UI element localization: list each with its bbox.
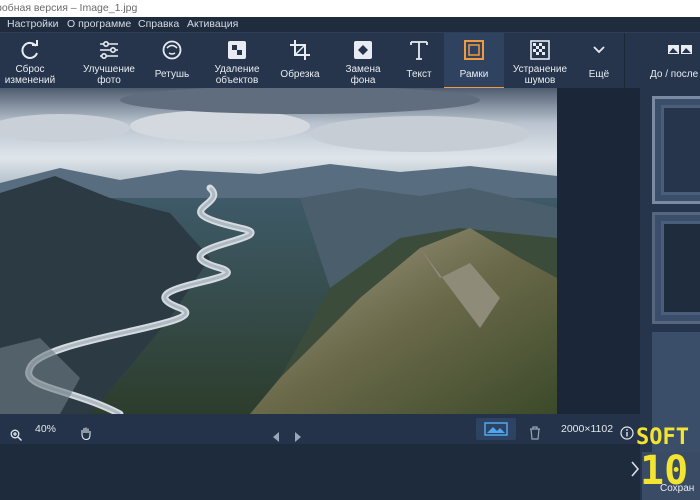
menu-activation[interactable]: Активация <box>187 17 238 32</box>
frame-icon <box>462 39 486 61</box>
replace-background-button[interactable]: Замена фона <box>336 33 390 89</box>
svg-text:SOFT: SOFT <box>636 425 689 450</box>
remove-objects-label: Удаление объектов <box>214 64 260 86</box>
title-bar: робная версия – Image_1.jpg <box>0 0 700 17</box>
denoise-icon <box>528 39 552 61</box>
menu-help[interactable]: Справка <box>138 17 179 32</box>
image-view-button[interactable] <box>476 418 516 440</box>
next-arrow-icon[interactable] <box>294 424 302 442</box>
more-button[interactable]: Ещё <box>580 33 618 89</box>
reset-changes-button[interactable]: Сброс изменений <box>0 33 60 89</box>
frame-thumbnail[interactable] <box>652 212 700 324</box>
menu-about[interactable]: О программе <box>67 17 131 32</box>
remove-objects-icon <box>225 39 249 61</box>
main-toolbar: Сброс изменений Улучшение фото Ретушь Уд… <box>0 32 700 89</box>
landscape-photo <box>0 88 557 414</box>
retouch-button[interactable]: Ретушь <box>148 33 196 89</box>
text-button[interactable]: Текст <box>398 33 440 89</box>
bottom-panel <box>0 444 640 500</box>
remove-objects-button[interactable]: Удаление объектов <box>208 33 266 89</box>
zoom-in-icon[interactable] <box>10 423 22 441</box>
before-after-icon <box>668 39 692 61</box>
retouch-face-icon <box>160 39 184 61</box>
frames-button[interactable]: Рамки <box>444 33 504 89</box>
chevron-down-icon <box>587 39 611 61</box>
frame-thumbnail[interactable] <box>652 96 700 204</box>
image-view-icon <box>484 422 508 436</box>
crop-button[interactable]: Обрезка <box>274 33 326 89</box>
canvas-margin <box>557 88 640 414</box>
text-label: Текст <box>406 69 432 80</box>
denoise-label: Устранение шумов <box>512 64 568 86</box>
reset-label: Сброс изменений <box>4 64 56 86</box>
frames-label: Рамки <box>459 69 489 80</box>
previous-arrow-icon[interactable] <box>272 424 280 442</box>
hand-tool-icon[interactable] <box>80 422 92 441</box>
more-label: Ещё <box>588 69 610 80</box>
retouch-label: Ретушь <box>154 69 190 80</box>
window-title: робная версия – Image_1.jpg <box>0 2 138 14</box>
zoom-level: 40% <box>35 423 57 435</box>
status-bar: 40% 2000×1102 <box>0 414 640 444</box>
before-after-label: До / после <box>650 69 699 80</box>
crop-icon <box>288 39 312 61</box>
background-label: Замена фона <box>345 64 381 86</box>
sliders-icon <box>97 39 121 61</box>
trash-icon[interactable] <box>529 422 541 440</box>
reset-icon <box>18 39 42 61</box>
image-dimensions: 2000×1102 <box>561 423 614 435</box>
photo-canvas[interactable] <box>0 88 557 414</box>
menu-bar: Настройки О программе Справка Активация <box>0 17 700 32</box>
toolbar-divider <box>624 33 625 89</box>
denoise-button[interactable]: Устранение шумов <box>508 33 572 89</box>
enhance-photo-button[interactable]: Улучшение фото <box>78 33 140 89</box>
background-icon <box>351 39 375 61</box>
crop-label: Обрезка <box>280 69 320 80</box>
menu-settings[interactable]: Настройки <box>7 17 59 32</box>
before-after-button[interactable]: До / после <box>640 33 700 89</box>
text-icon <box>407 39 431 61</box>
save-button-label[interactable]: Сохран <box>660 483 694 494</box>
enhance-label: Улучшение фото <box>83 64 135 86</box>
photo-editor-window: робная версия – Image_1.jpg Настройки О … <box>0 0 700 500</box>
